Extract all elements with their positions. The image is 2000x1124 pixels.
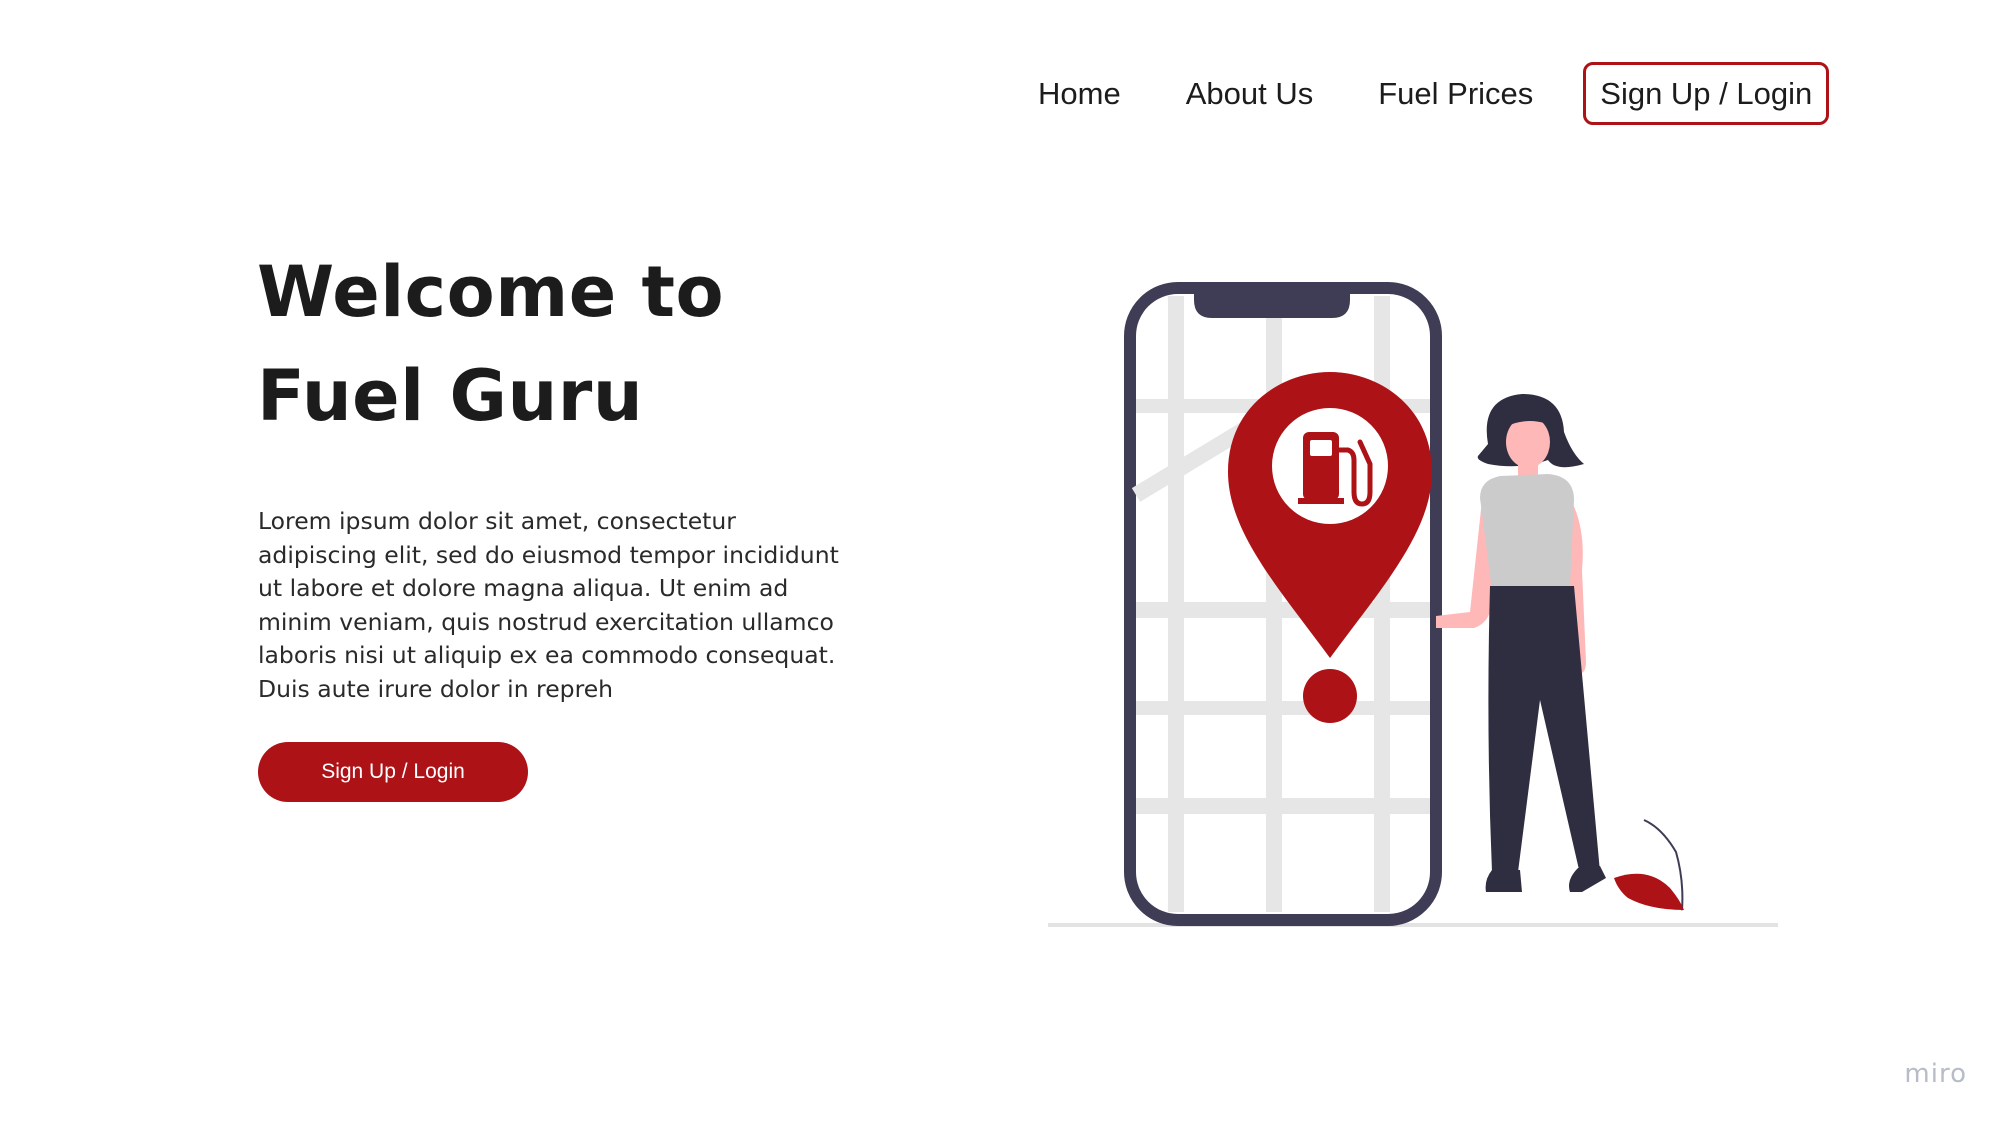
miro-watermark: miro [1904,1059,1967,1089]
hero-description: Lorem ipsum dolor sit amet, consectetur … [258,507,839,703]
nav-fuel-prices-link[interactable]: Fuel Prices [1378,76,1533,112]
person-illustration [1436,394,1606,892]
hero-title: Welcome to Fuel Guru [257,240,724,448]
leaf-icon [1614,819,1684,911]
smartphone-map-illustration [1048,282,1778,927]
landing-page: Home About Us Fuel Prices Sign Up / Logi… [0,0,2000,1124]
hero-title-line-2: Fuel Guru [257,355,644,437]
top-navigation: Home About Us Fuel Prices Sign Up / Logi… [1013,62,1830,125]
nav-signup-login-button[interactable]: Sign Up / Login [1583,62,1830,125]
hero-title-line-1: Welcome to [257,251,725,333]
hero-signup-login-button[interactable]: Sign Up / Login [258,742,528,802]
nav-home-link[interactable]: Home [1038,76,1121,112]
nav-about-us-link[interactable]: About Us [1186,76,1314,112]
